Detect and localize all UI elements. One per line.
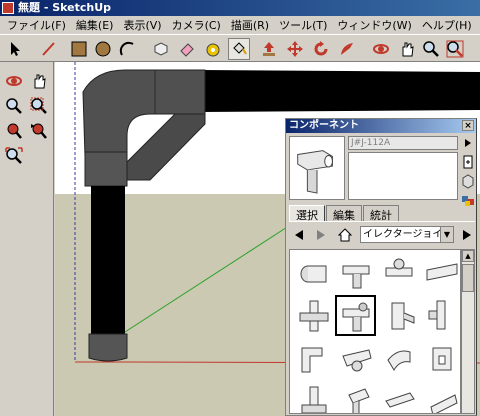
paint-bucket-icon[interactable]: [228, 38, 250, 60]
camera-toolbar: [0, 62, 54, 416]
home-icon[interactable]: [337, 227, 353, 243]
previous-view-icon[interactable]: [3, 120, 25, 142]
component-palette-icon[interactable]: [461, 193, 475, 208]
close-icon[interactable]: ×: [462, 120, 474, 131]
add-component-icon[interactable]: [461, 155, 475, 170]
component-thumbnail[interactable]: [335, 295, 376, 336]
circle-icon[interactable]: [92, 38, 114, 60]
orbit-icon[interactable]: [370, 38, 392, 60]
menu-view[interactable]: 表示(V): [118, 17, 166, 33]
collection-select[interactable]: イレクタージョイン ▼: [360, 226, 454, 243]
component-thumbnail[interactable]: [421, 338, 460, 379]
zoom-extents-icon[interactable]: [444, 38, 466, 60]
component-name-field[interactable]: J#J-112A: [348, 136, 458, 150]
details-arrow-icon[interactable]: [459, 227, 475, 243]
menu-file[interactable]: ファイル(F): [2, 17, 71, 33]
pan-icon[interactable]: [396, 38, 418, 60]
move-icon[interactable]: [284, 38, 306, 60]
component-thumbnail[interactable]: [378, 295, 419, 336]
rectangle-icon[interactable]: [68, 38, 90, 60]
sketchup-app-icon: [2, 2, 14, 14]
tab-statistics[interactable]: 統計: [363, 205, 399, 222]
component-thumbnail[interactable]: [378, 338, 419, 379]
navigation-row: イレクタージョイン ▼: [289, 225, 475, 245]
forward-arrow-icon[interactable]: [313, 227, 329, 243]
component-thumbnail[interactable]: [335, 338, 376, 379]
title-bar: 無題 - SketchUp: [0, 0, 480, 16]
component-thumbnail[interactable]: [378, 252, 419, 293]
component-thumbnail[interactable]: [421, 252, 460, 293]
make-component-icon[interactable]: [150, 38, 172, 60]
details-arrow-icon[interactable]: [461, 136, 475, 151]
orbit-icon[interactable]: [3, 70, 25, 92]
scroll-thumb[interactable]: [462, 264, 474, 292]
back-arrow-icon[interactable]: [291, 227, 307, 243]
window-title: 無題 - SketchUp: [18, 1, 112, 14]
component-grid: [289, 249, 461, 414]
zoom-icon[interactable]: [3, 95, 25, 117]
panel-title-bar: コンポーネント ×: [286, 119, 476, 133]
menu-bar: ファイル(F) 編集(E) 表示(V) カメラ(C) 描画(R) ツール(T) …: [0, 16, 480, 34]
panel-title: コンポーネント: [289, 120, 359, 131]
component-thumbnail[interactable]: [421, 295, 460, 336]
menu-draw[interactable]: 描画(R): [226, 17, 274, 33]
scroll-up-icon[interactable]: ▲: [462, 250, 474, 262]
rotate-icon[interactable]: [310, 38, 332, 60]
tab-edit[interactable]: 編集: [326, 205, 362, 222]
zoom-extents-icon[interactable]: [3, 145, 25, 167]
eraser-icon[interactable]: [176, 38, 198, 60]
component-thumbnail[interactable]: [378, 381, 419, 413]
component-thumbnail[interactable]: [335, 252, 376, 293]
next-view-icon[interactable]: [28, 120, 50, 142]
collection-value: イレクタージョイン: [363, 229, 453, 240]
select-icon[interactable]: [4, 38, 26, 60]
menu-camera[interactable]: カメラ(C): [167, 17, 226, 33]
main-toolbar: [0, 34, 480, 62]
tape-measure-icon[interactable]: [202, 38, 224, 60]
grid-scrollbar[interactable]: ▲: [461, 249, 475, 414]
zoom-icon[interactable]: [420, 38, 442, 60]
zoom-window-icon[interactable]: [28, 95, 50, 117]
component-description-field[interactable]: [348, 152, 458, 200]
component-thumbnail[interactable]: [292, 252, 333, 293]
menu-window[interactable]: ウィンドウ(W): [332, 17, 416, 33]
menu-help[interactable]: ヘルプ(H): [417, 17, 477, 33]
follow-me-icon[interactable]: [336, 38, 358, 60]
component-preview: [289, 136, 345, 200]
component-cube-icon[interactable]: [461, 174, 475, 189]
pan-icon[interactable]: [28, 70, 50, 92]
component-thumbnail[interactable]: [292, 295, 333, 336]
menu-tools[interactable]: ツール(T): [274, 17, 332, 33]
menu-edit[interactable]: 編集(E): [71, 17, 119, 33]
tab-select[interactable]: 選択: [289, 205, 325, 222]
arc-icon[interactable]: [116, 38, 138, 60]
panel-tabs: 選択 編集 統計: [289, 205, 400, 222]
push-pull-icon[interactable]: [258, 38, 280, 60]
component-thumbnail[interactable]: [335, 381, 376, 413]
components-panel: コンポーネント × J#J-112A 選択 編集 統計 イレクタージョイン ▼ …: [285, 118, 477, 416]
component-thumbnail[interactable]: [421, 381, 460, 413]
chevron-down-icon[interactable]: ▼: [440, 227, 453, 242]
pencil-icon[interactable]: [38, 38, 60, 60]
component-thumbnail[interactable]: [292, 381, 333, 413]
component-thumbnail[interactable]: [292, 338, 333, 379]
